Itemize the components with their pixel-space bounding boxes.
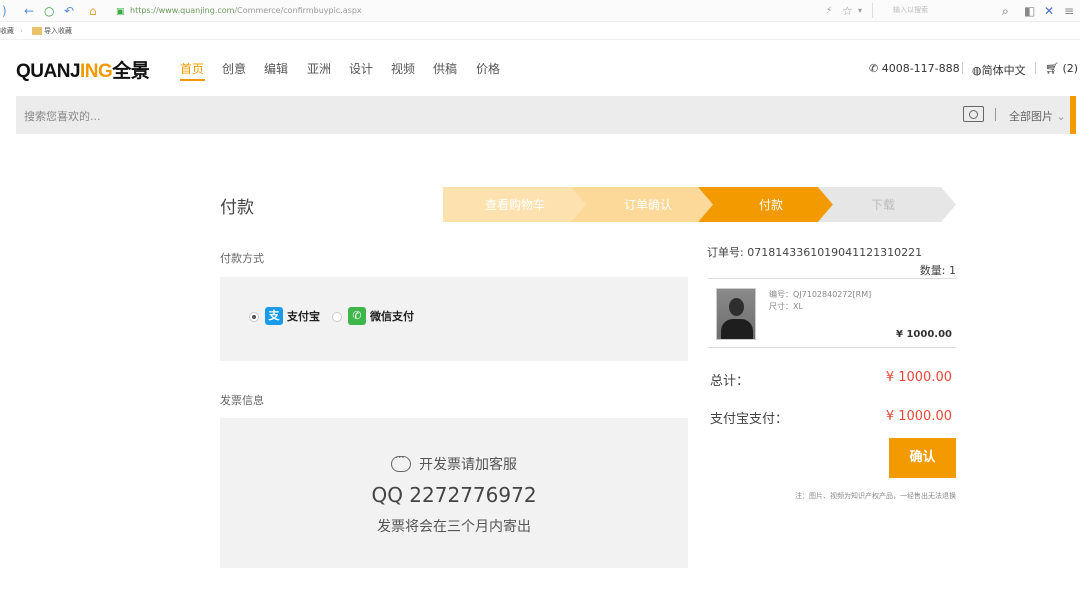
nav-item-video[interactable]: 视频 (391, 60, 415, 77)
invoice-qq: QQ 2272776972 (371, 483, 537, 507)
language-selector[interactable]: ◍简体中文 (972, 62, 1026, 78)
site-logo[interactable]: QUANJING全景 (16, 56, 150, 83)
order-number: 订单号: 071814336101904112131022​1 (707, 246, 923, 259)
language-label: 简体中文 (981, 64, 1026, 77)
wechat-label[interactable]: 微信支付 (370, 308, 414, 324)
secure-shield-icon: ▣ (116, 7, 125, 17)
refresh-icon[interactable]: ○ (44, 3, 54, 19)
extension-icon[interactable]: ◧ (1024, 3, 1035, 19)
invoice-line1: 开发票请加客服 (419, 457, 517, 473)
checkout-steps: 查看购物车 订单确认 付款 下载 (443, 187, 956, 222)
item-price: ¥ 1000.00 (896, 329, 952, 340)
nav-item-home[interactable]: 首页 (180, 60, 204, 77)
alipay-label[interactable]: 支付宝 (287, 308, 320, 324)
globe-icon: ◍ (972, 64, 982, 77)
invoice-contact-text: 开发票请加客服 (220, 453, 688, 474)
portrait-body (721, 319, 753, 339)
lightning-icon[interactable]: ⚡ (826, 3, 832, 19)
menu-icon[interactable]: ≡ (1064, 3, 1074, 19)
page-title: 付款 (220, 198, 254, 218)
search-scope-dropdown[interactable]: 全部图片 ⌄ (1009, 108, 1066, 124)
header-divider (962, 62, 963, 74)
favorites-import[interactable]: 导入收藏 (32, 22, 72, 40)
refund-note: 注：图片、视频为知识产权产品，一经售出无法退换 (795, 492, 956, 500)
payment-method-label: 付款方式 (220, 252, 264, 265)
chat-bubble-icon (391, 453, 411, 472)
step-download-label: 下载 (871, 198, 895, 212)
divider (708, 347, 956, 348)
dropdown-icon[interactable]: ▾ (858, 3, 862, 19)
favorites-import-label: 导入收藏 (44, 27, 72, 35)
close-x-icon[interactable]: ✕ (1044, 3, 1054, 19)
back-icon[interactable]: ← (24, 3, 34, 19)
nav-item-contribute[interactable]: 供稿 (433, 60, 457, 77)
search-accent[interactable] (1070, 96, 1076, 134)
camera-icon[interactable] (963, 106, 984, 122)
favorites-chevron-icon: › (20, 27, 23, 35)
phone-link[interactable]: ✆ 4008-117-888 (869, 62, 960, 75)
logo-accent: ING (80, 61, 113, 82)
url-host: https://www.quanjing.com (130, 6, 235, 15)
total-label: 总计： (710, 374, 750, 389)
step-confirm-label: 订单确认 (624, 198, 672, 212)
nav-active-indicator (180, 79, 205, 81)
step-pay-label: 付款 (759, 198, 783, 212)
browser-search-input[interactable]: 输入以搜索 (872, 3, 1012, 18)
nav-item-creative[interactable]: 创意 (222, 60, 246, 77)
alipay-pay-value: ¥ 1000.00 (885, 409, 952, 424)
cart-count: (2) (1062, 62, 1079, 75)
payment-method-panel: 支 支付宝 ✆ 微信支付 (220, 277, 688, 361)
divider (708, 278, 956, 279)
nav-item-design[interactable]: 设计 (349, 60, 373, 77)
chevron-down-icon: ⌄ (1056, 110, 1066, 123)
favorites-bar: 收藏 › 导入收藏 (0, 22, 1080, 40)
logo-main: QUANJ (16, 61, 81, 82)
alipay-radio[interactable] (249, 312, 259, 322)
folder-icon (32, 27, 42, 35)
star-icon[interactable]: ☆ (842, 3, 853, 19)
product-thumbnail[interactable] (716, 288, 756, 340)
cart-icon: 🛒︎ (1045, 62, 1059, 75)
url-path: /Commerce/confirmbuypic.aspx (234, 6, 362, 15)
browser-logo-icon: ) (2, 4, 7, 18)
home-icon[interactable]: ⌂ (89, 3, 97, 19)
cart-link[interactable]: 🛒︎ (2) (1045, 62, 1078, 75)
wechat-icon[interactable]: ✆ (348, 307, 366, 325)
search-input[interactable]: 搜索您喜欢的... (24, 108, 101, 124)
header-divider (1035, 62, 1036, 74)
portrait-head (729, 298, 744, 316)
favorites-label[interactable]: 收藏 (0, 22, 14, 40)
invoice-shipping-note: 发票将会在三个月内寄出 (377, 519, 531, 535)
logo-cn: 全景 (112, 61, 150, 82)
nav-item-asia[interactable]: 亚洲 (307, 60, 331, 77)
browser-toolbar: ) ← ○ ↶ ⌂ ▣ https://www.quanjing.com/Com… (0, 0, 1080, 22)
nav-item-editorial[interactable]: 编辑 (264, 60, 288, 77)
alipay-icon[interactable]: 支 (265, 307, 283, 325)
search-bar: 搜索您喜欢的... 全部图片 ⌄ (16, 96, 1076, 134)
item-size: 尺寸：XL (769, 302, 803, 311)
alipay-pay-label: 支付宝支付： (710, 412, 789, 427)
undo-icon[interactable]: ↶ (64, 3, 74, 19)
order-quantity: 数量: 1 (919, 264, 956, 277)
search-scope-label: 全部图片 (1009, 110, 1053, 123)
wechat-radio[interactable] (332, 312, 342, 322)
nav-item-price[interactable]: 价格 (476, 60, 500, 77)
confirm-button[interactable]: 确认 (889, 438, 956, 478)
step-cart-label: 查看购物车 (485, 197, 545, 212)
phone-number: 4008-117-888 (881, 62, 960, 75)
search-icon[interactable]: ⌕ (1002, 3, 1009, 19)
address-bar[interactable]: https://www.quanjing.com/Commerce/confir… (130, 2, 830, 19)
phone-icon: ✆ (869, 62, 879, 75)
total-value: ¥ 1000.00 (885, 370, 952, 385)
item-code: 编号：QJ7102840272[RM] (769, 290, 872, 299)
search-divider (995, 108, 996, 121)
invoice-label: 发票信息 (220, 394, 264, 407)
